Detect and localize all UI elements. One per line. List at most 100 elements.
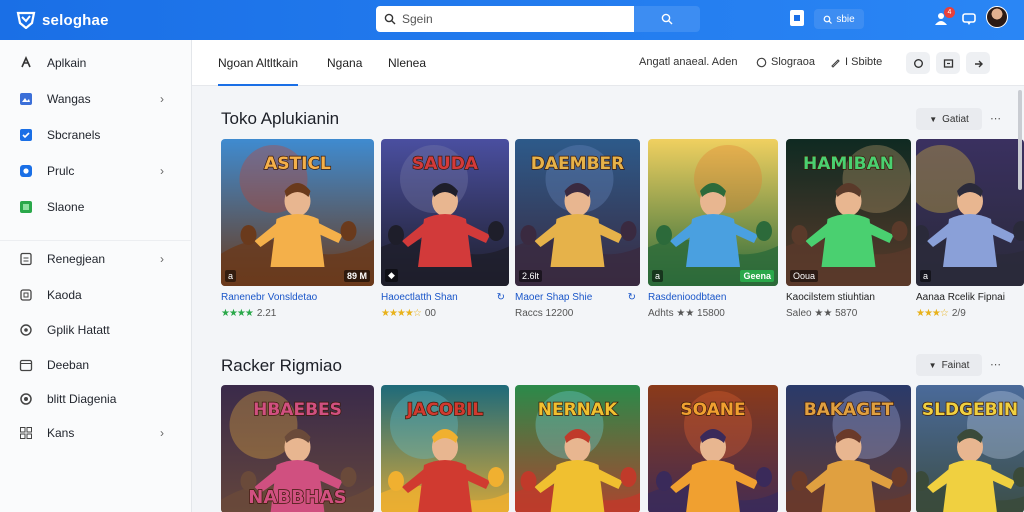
refresh-icon[interactable]: ↻: [497, 292, 505, 303]
app-card[interactable]: HBAEBES NABBHAS: [221, 385, 374, 512]
app-card[interactable]: HAMIBAN Ooua Kaocilstem stiuhtian Saleo ★★ …: [786, 139, 911, 319]
link-download[interactable]: Slograoa: [756, 56, 815, 68]
chevron-right-icon[interactable]: ›: [160, 252, 164, 266]
sidebar-item-label: Gplik Hatatt: [47, 323, 110, 337]
chevron-right-icon[interactable]: ›: [160, 426, 164, 440]
app-card[interactable]: NERNAK: [515, 385, 640, 512]
sidebar-item[interactable]: Renegjean ›: [0, 244, 192, 274]
app-thumbnail[interactable]: ASTICL a 89 M: [221, 139, 374, 286]
chevron-right-icon[interactable]: ›: [160, 164, 164, 178]
app-card[interactable]: ASTICL a 89 M Ranenebr Vonsldetao ★★★★ 2.21: [221, 139, 374, 319]
app-rating: Raccs 12200: [515, 308, 640, 319]
rating-value: Adhts ★★ 15800: [648, 308, 725, 319]
app-name-text: Rasdenioodbtaen: [648, 292, 727, 303]
sidebar-item[interactable]: Kans ›: [0, 418, 192, 448]
app-thumbnail[interactable]: HBAEBES NABBHAS: [221, 385, 374, 512]
app-thumbnail[interactable]: NERNAK: [515, 385, 640, 512]
sidebar-item-label: Slaone: [47, 200, 85, 214]
app-card[interactable]: DAEMBER 2.6lt Maoer Shap Shie ↻ Raccs 12200: [515, 139, 640, 319]
app-card[interactable]: a Geena Rasdenioodbtaen Adhts ★★ 15800: [648, 139, 778, 319]
search-field[interactable]: [376, 6, 634, 32]
thumb-label: Geena: [740, 270, 774, 282]
app-card[interactable]: SLDGEBIN: [916, 385, 1024, 512]
shield-logo-icon: [16, 11, 36, 29]
app-name[interactable]: Haoectlatth Shan ↻: [381, 292, 509, 303]
rating-value: 2/9: [951, 308, 966, 319]
app-name[interactable]: Maoer Shap Shie ↻: [515, 292, 640, 303]
app-thumbnail[interactable]: BAKAGET: [786, 385, 911, 512]
rating-value: Raccs 12200: [515, 308, 574, 319]
app-name-text: Kaocilstem stiuhtian: [786, 292, 875, 303]
share-icon: [974, 60, 983, 67]
library-button[interactable]: [936, 52, 960, 74]
tabs-bar: Ngoan Altltkain Ngana Nlenea Angatl anae…: [192, 40, 1024, 86]
section-filter-button[interactable]: ▼ Gatiat: [916, 108, 982, 130]
sidebar-item[interactable]: Prulc ›: [0, 156, 192, 186]
app-card[interactable]: SAUDA ◆ Haoectlatth Shan ↻ ★★★★☆ 00: [381, 139, 509, 319]
app-name[interactable]: Rasdenioodbtaen: [648, 292, 778, 303]
thumb-label: 89 M: [343, 270, 370, 282]
app-thumbnail[interactable]: SAUDA ◆: [381, 139, 509, 286]
app-card[interactable]: JACOBIL: [381, 385, 509, 512]
app-thumbnail[interactable]: DAEMBER 2.6lt: [515, 139, 640, 286]
history-button[interactable]: [906, 52, 930, 74]
bookmark-button[interactable]: [790, 10, 804, 26]
app-thumbnail[interactable]: a: [916, 139, 1024, 286]
star-rating-icon: ★★★★: [221, 308, 254, 319]
app-name[interactable]: Ranenebr Vonsldetao: [221, 292, 374, 303]
leaf-icon: [19, 200, 33, 214]
sidebar-item[interactable]: Deeban: [0, 350, 192, 380]
more-options-icon[interactable]: ⋯: [990, 358, 1002, 371]
link-filter[interactable]: Angatl anaeal. Aden: [639, 56, 737, 68]
tab-news[interactable]: Nlenea: [388, 56, 426, 70]
app-name[interactable]: Aanaa Rcelik Fipnai: [916, 292, 1024, 303]
refresh-icon[interactable]: ↻: [628, 292, 636, 303]
bookmark-icon: [794, 15, 800, 21]
app-thumbnail[interactable]: SLDGEBIN: [916, 385, 1024, 512]
sidebar-divider: [0, 240, 192, 241]
signin-button[interactable]: sbie: [814, 9, 864, 29]
app-thumbnail[interactable]: SOANE: [648, 385, 778, 512]
more-options-icon[interactable]: ⋯: [990, 112, 1002, 125]
app-thumbnail[interactable]: a Geena: [648, 139, 778, 286]
svg-text:HBAEBES: HBAEBES: [253, 400, 342, 420]
app-rating: Adhts ★★ 15800: [648, 308, 778, 319]
sidebar-item[interactable]: Sbcranels: [0, 120, 192, 150]
notification-badge: 4: [944, 7, 955, 18]
sidebar-item[interactable]: Wangas ›: [0, 84, 192, 114]
star-rating-icon: ★★★☆: [916, 308, 949, 319]
app-name[interactable]: Kaocilstem stiuhtian: [786, 292, 911, 303]
tab-games[interactable]: Ngana: [327, 56, 362, 70]
app-card[interactable]: SOANE: [648, 385, 778, 512]
avatar[interactable]: [986, 6, 1008, 28]
app-thumbnail[interactable]: JACOBIL: [381, 385, 509, 512]
scrollbar[interactable]: [1018, 90, 1022, 190]
search-button[interactable]: [634, 6, 700, 32]
search-input[interactable]: [402, 12, 622, 26]
svg-text:SOANE: SOANE: [680, 400, 745, 420]
share-button[interactable]: [966, 52, 990, 74]
top-bar: seloghae sbie 4: [0, 0, 1024, 40]
sidebar-item[interactable]: Kaoda: [0, 280, 192, 310]
app-rating: Saleo ★★ 5870: [786, 308, 911, 319]
box-icon: [19, 288, 33, 302]
sidebar-item[interactable]: Slaone: [0, 192, 192, 222]
sidebar-item[interactable]: blitt Diagenia: [0, 384, 192, 414]
app-card[interactable]: BAKAGET: [786, 385, 911, 512]
brand[interactable]: seloghae: [16, 11, 109, 29]
filter-icon: ▼: [928, 360, 937, 370]
app-card[interactable]: a Aanaa Rcelik Fipnai ★★★☆ 2/9: [916, 139, 1024, 319]
svg-text:SLDGEBIN: SLDGEBIN: [922, 400, 1018, 420]
link-edit[interactable]: I Sbibte: [830, 56, 882, 68]
pencil-icon: [831, 58, 840, 68]
tab-home[interactable]: Ngoan Altltkain: [218, 56, 299, 86]
section-filter-button-2[interactable]: ▼ Fainat: [916, 354, 982, 376]
sidebar-item[interactable]: Aplkain: [0, 48, 192, 78]
chevron-right-icon[interactable]: ›: [160, 92, 164, 106]
chat-button[interactable]: [960, 10, 978, 28]
app-thumbnail[interactable]: HAMIBAN Ooua: [786, 139, 911, 286]
doc-icon: [19, 252, 33, 266]
sidebar-item[interactable]: Gplik Hatatt: [0, 315, 192, 345]
thumb-badge: 2.6lt: [519, 270, 543, 282]
gear-icon: [19, 323, 33, 337]
